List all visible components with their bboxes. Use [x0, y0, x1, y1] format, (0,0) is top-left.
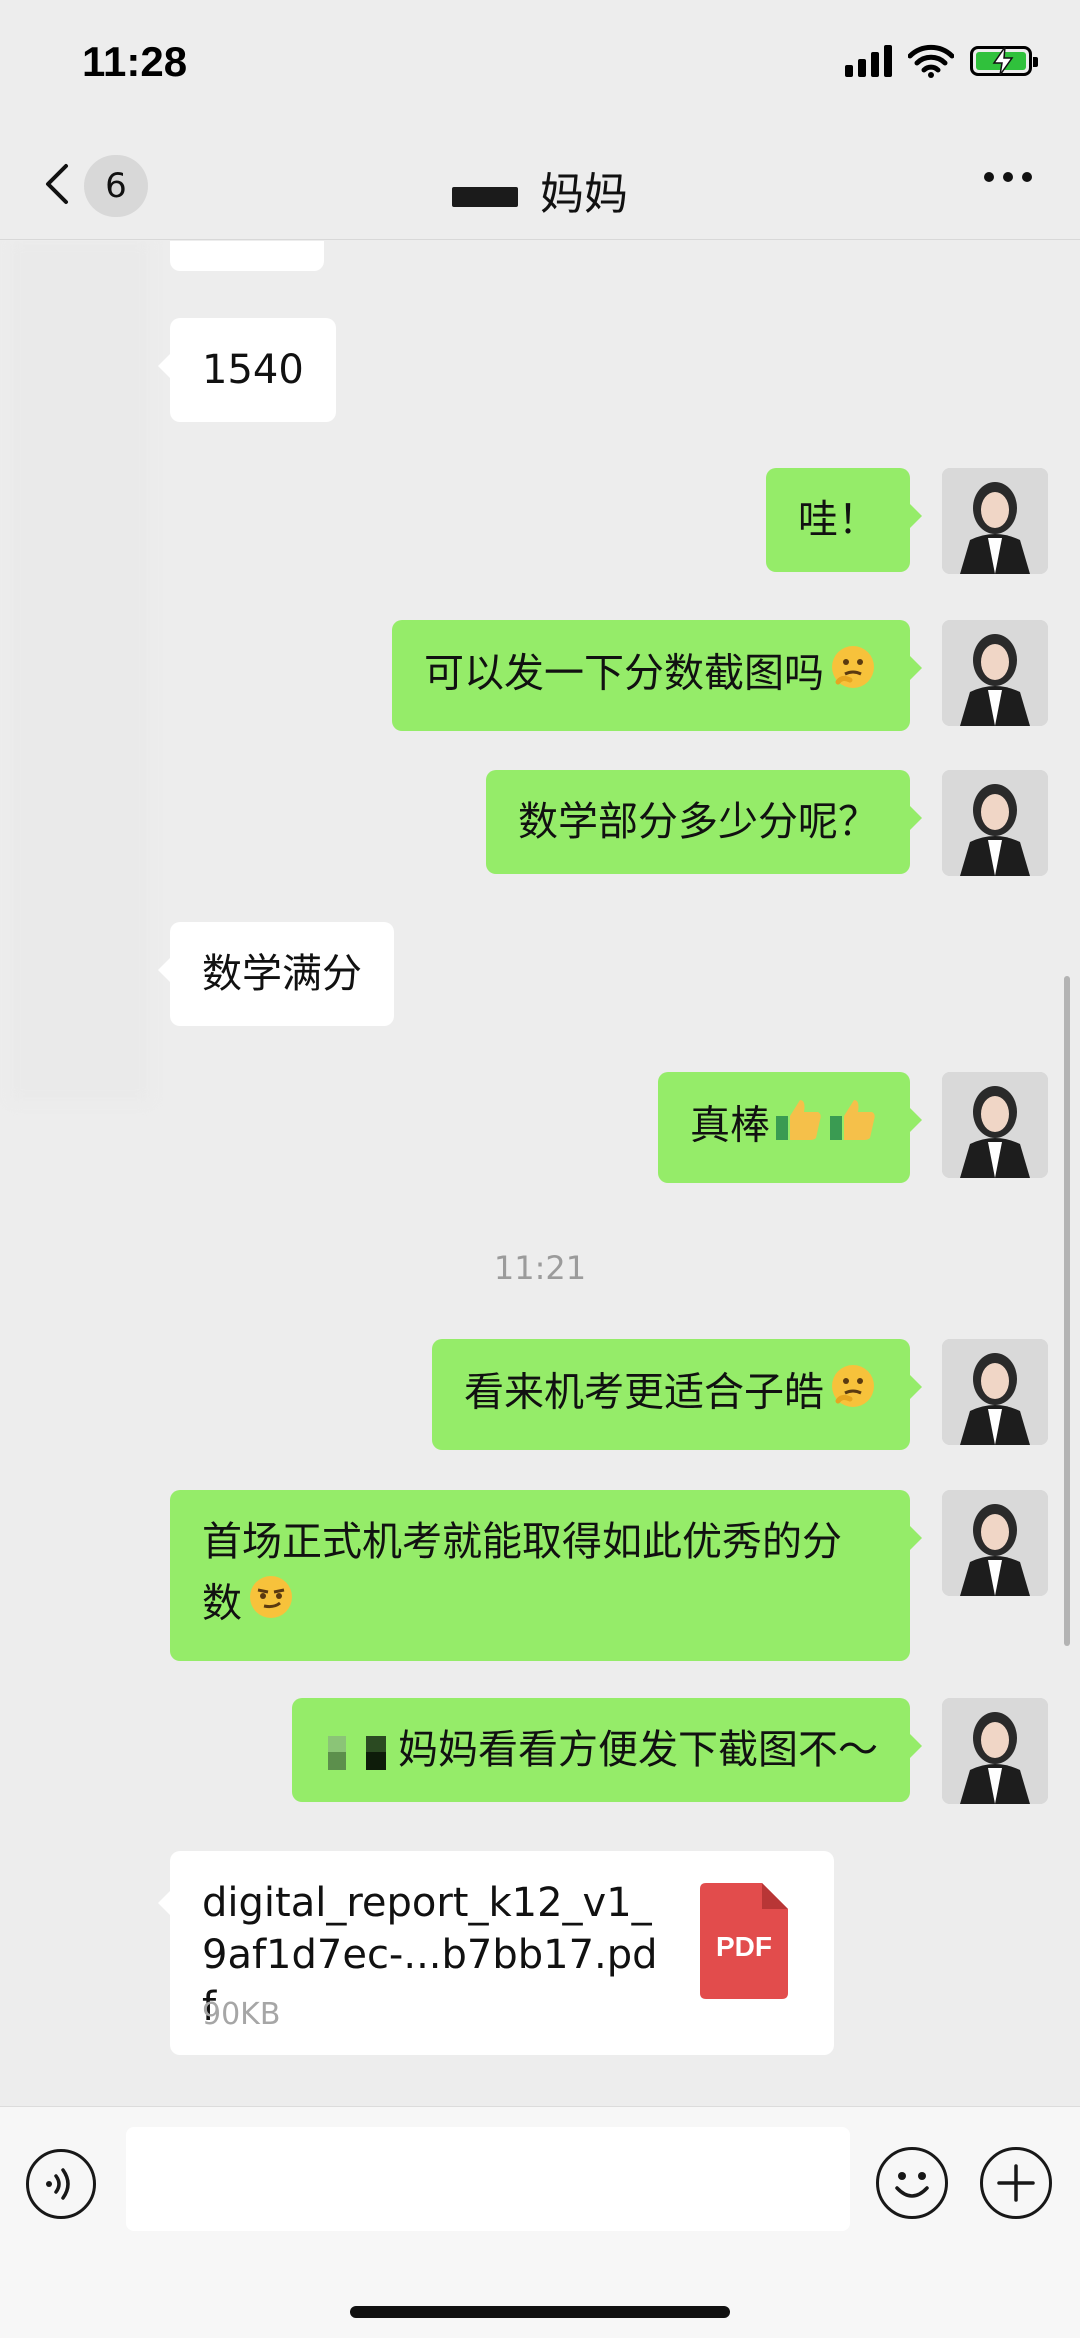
plus-icon — [997, 2164, 1035, 2202]
voice-icon — [46, 2168, 70, 2200]
message-bubble-outgoing[interactable]: 首场正式机考就能取得如此优秀的分数 — [170, 1490, 922, 1661]
message-text: 首场正式机考就能取得如此优秀的分数 — [202, 1519, 842, 1627]
pdf-type-label: PDF — [716, 1931, 772, 1962]
chat-title-text: 妈妈 — [540, 169, 628, 220]
more-options-button[interactable] — [984, 172, 1032, 182]
thumbs-up-emoji-icon — [828, 1094, 878, 1161]
status-time: 11:28 — [82, 38, 188, 85]
message-text: 哇！ — [798, 497, 878, 543]
message-bubble-outgoing[interactable]: 可以发一下分数截图吗 — [392, 620, 922, 731]
emoji-button[interactable] — [876, 2147, 948, 2219]
avatar[interactable] — [942, 620, 1048, 726]
smirk-face-emoji-icon — [246, 1572, 296, 1639]
partial-message-bubble — [170, 241, 324, 271]
message-bubble-outgoing[interactable]: 数学部分多少分呢？ — [486, 770, 922, 874]
home-indicator[interactable] — [350, 2306, 730, 2318]
file-attachment-card[interactable]: digital_report_k12_v1_9af1d7ec-...b7bb17… — [158, 1851, 834, 2055]
cellular-signal-icon — [845, 45, 892, 77]
avatar[interactable] — [942, 1698, 1048, 1804]
battery-charging-icon — [970, 46, 1038, 76]
avatar[interactable] — [942, 770, 1048, 876]
message-text: 妈妈看看方便发下截图不～ — [398, 1727, 878, 1773]
message-text: 可以发一下分数截图吗 — [424, 650, 824, 697]
thinking-face-emoji-icon — [828, 1361, 878, 1428]
avatar[interactable] — [942, 1490, 1048, 1596]
more-functions-button[interactable] — [980, 2147, 1052, 2219]
message-text: 看来机考更适合子皓 — [464, 1369, 824, 1416]
message-bubble-incoming[interactable]: 1540 — [158, 318, 336, 422]
thinking-face-emoji-icon — [828, 642, 878, 709]
status-bar: 11:28 — [0, 0, 1080, 120]
thumbs-up-emoji-icon — [774, 1094, 824, 1161]
redacted-name — [452, 187, 518, 207]
voice-input-button[interactable] — [26, 2149, 96, 2219]
message-list[interactable]: 1540 哇！ 可以发一下分数截图吗 数学部分多少分呢？ 数学满分 真棒 11:… — [0, 241, 1080, 2106]
avatar[interactable] — [942, 1339, 1048, 1445]
message-bubble-outgoing[interactable]: 哇！ — [766, 468, 922, 572]
message-text: 数学满分 — [202, 951, 362, 997]
message-text: 数学部分多少分呢？ — [518, 799, 878, 845]
wifi-icon — [908, 44, 954, 78]
message-text-input[interactable] — [126, 2127, 850, 2231]
message-text: 1540 — [202, 347, 304, 393]
chat-header: 6 妈妈 — [0, 120, 1080, 240]
avatar[interactable] — [942, 1072, 1048, 1178]
message-bubble-outgoing[interactable]: 真棒 — [658, 1072, 922, 1183]
file-size: 90KB — [202, 1997, 281, 2032]
blurred-avatar-column — [10, 241, 150, 1101]
redacted-name — [324, 1730, 390, 1774]
smiley-face-icon — [895, 2172, 929, 2198]
message-text: 真棒 — [690, 1102, 770, 1149]
status-icons — [845, 44, 1038, 78]
message-bubble-incoming[interactable]: 数学满分 — [158, 922, 394, 1026]
message-input-bar — [0, 2106, 1080, 2338]
avatar[interactable] — [942, 468, 1048, 574]
message-bubble-outgoing[interactable]: 妈妈看看方便发下截图不～ — [292, 1698, 922, 1802]
scrollbar[interactable] — [1064, 976, 1070, 1646]
message-bubble-outgoing[interactable]: 看来机考更适合子皓 — [432, 1339, 922, 1450]
chat-title: 妈妈 — [0, 158, 1080, 222]
message-timestamp: 11:21 — [493, 1249, 587, 1287]
